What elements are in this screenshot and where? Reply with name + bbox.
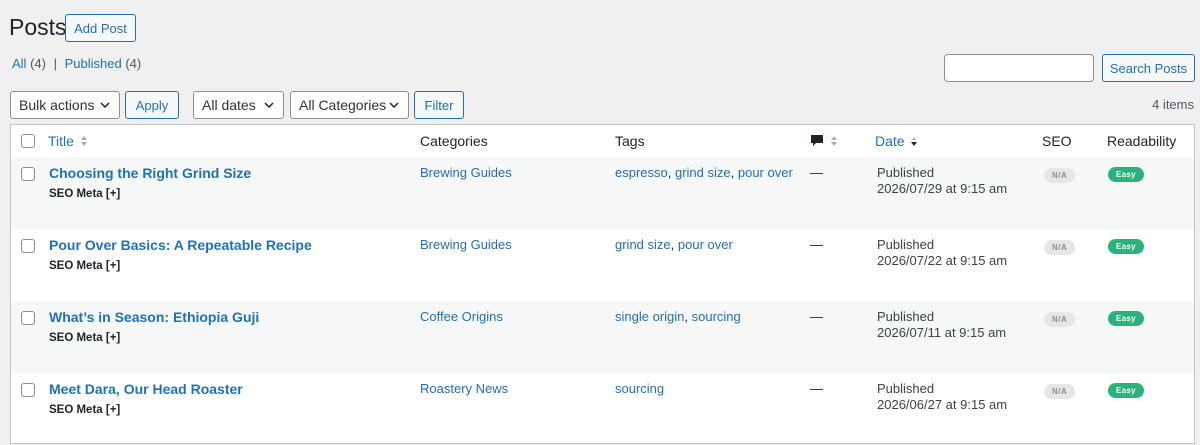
bulk-actions-label: Bulk actions (19, 97, 95, 113)
search-posts-button[interactable]: Search Posts (1102, 54, 1195, 82)
row-checkbox[interactable] (21, 239, 35, 253)
bulk-actions-select[interactable]: Bulk actions (10, 91, 120, 119)
column-comments[interactable] (810, 125, 839, 157)
comment-count: — (810, 381, 823, 396)
row-checkbox[interactable] (21, 167, 35, 181)
post-status: Published (877, 165, 935, 180)
post-date: 2026/07/11 at 9:15 am (877, 325, 1007, 340)
readability-badge: Easy (1108, 239, 1144, 254)
readability-badge: Easy (1108, 167, 1144, 182)
seo-score-badge: N/A (1044, 312, 1076, 327)
chevron-down-icon (100, 102, 110, 109)
post-date: 2026/07/29 at 9:15 am (877, 181, 1008, 196)
column-date[interactable]: Date (875, 125, 919, 157)
search-input[interactable] (944, 54, 1094, 82)
category-link[interactable]: Brewing Guides (420, 237, 512, 252)
post-status: Published (877, 381, 935, 396)
seo-meta-toggle[interactable]: SEO Meta [+] (49, 188, 251, 200)
status-filter-links: All (4) | Published (4) (12, 56, 141, 71)
categories-label: All Categories (299, 97, 387, 113)
comment-count: — (810, 165, 823, 180)
table-row: Choosing the Right Grind Size SEO Meta [… (11, 157, 1194, 229)
comment-count: — (810, 309, 823, 324)
post-title-link[interactable]: What’s in Season: Ethiopia Guji (49, 309, 259, 325)
category-link[interactable]: Brewing Guides (420, 165, 512, 180)
post-date: 2026/06/27 at 9:15 am (877, 397, 1008, 412)
filter-published-count: (4) (125, 56, 142, 71)
tag-link[interactable]: sourcing (615, 381, 664, 396)
filter-all-label: All (12, 56, 27, 71)
post-title-link[interactable]: Pour Over Basics: A Repeatable Recipe (49, 237, 312, 253)
tag-link[interactable]: grind size (675, 165, 731, 180)
readability-badge: Easy (1108, 311, 1144, 326)
tag-link[interactable]: grind size (615, 237, 671, 252)
filter-all-link[interactable]: All (4) (12, 56, 46, 71)
post-date: 2026/07/22 at 9:15 am (877, 253, 1008, 268)
sort-date-link[interactable]: Date (875, 133, 905, 149)
apply-button[interactable]: Apply (125, 91, 179, 119)
column-tags: Tags (615, 133, 645, 149)
dates-label: All dates (202, 97, 256, 113)
sort-desc-icon (910, 137, 917, 146)
tag-link[interactable]: espresso (615, 165, 668, 180)
column-title[interactable]: Title (48, 125, 89, 157)
seo-meta-toggle[interactable]: SEO Meta [+] (49, 332, 259, 344)
readability-badge: Easy (1108, 383, 1144, 398)
select-all-checkbox[interactable] (21, 134, 35, 148)
comment-bubble-icon (811, 135, 823, 146)
table-row: Meet Dara, Our Head Roaster SEO Meta [+]… (11, 373, 1194, 445)
post-title-link[interactable]: Meet Dara, Our Head Roaster (49, 381, 243, 397)
category-link[interactable]: Roastery News (420, 381, 508, 396)
post-title-link[interactable]: Choosing the Right Grind Size (49, 165, 251, 181)
sort-title-link[interactable]: Title (48, 133, 74, 149)
sort-arrows-icon (831, 136, 837, 146)
row-checkbox[interactable] (21, 311, 35, 325)
tag-link[interactable]: single origin (615, 309, 684, 324)
column-readability: Readability (1107, 133, 1177, 149)
post-status: Published (877, 237, 935, 252)
add-post-button[interactable]: Add Post (65, 14, 136, 42)
posts-table: Title Categories Tags Date SEO Readabili… (10, 124, 1195, 444)
row-checkbox[interactable] (21, 383, 35, 397)
table-row: What’s in Season: Ethiopia Guji SEO Meta… (11, 301, 1194, 373)
seo-score-badge: N/A (1044, 240, 1076, 255)
category-link[interactable]: Coffee Origins (420, 309, 503, 324)
chevron-down-icon (389, 102, 399, 109)
comment-count: — (810, 237, 823, 252)
filter-all-count: (4) (30, 56, 46, 71)
table-header: Title Categories Tags Date SEO Readabili… (11, 125, 1194, 158)
sort-arrows-icon (80, 136, 87, 146)
post-status: Published (877, 309, 935, 324)
filter-separator: | (53, 56, 57, 71)
categories-select[interactable]: All Categories (290, 91, 409, 119)
seo-meta-toggle[interactable]: SEO Meta [+] (49, 404, 243, 416)
items-count: 4 items (1152, 97, 1194, 112)
tag-link[interactable]: pour over (738, 165, 793, 180)
tag-link[interactable]: pour over (678, 237, 733, 252)
seo-score-badge: N/A (1044, 168, 1076, 183)
page-title: Posts (9, 14, 67, 40)
dates-select[interactable]: All dates (193, 91, 284, 119)
column-seo: SEO (1042, 133, 1072, 149)
table-row: Pour Over Basics: A Repeatable Recipe SE… (11, 229, 1194, 301)
tag-link[interactable]: sourcing (692, 309, 741, 324)
seo-meta-toggle[interactable]: SEO Meta [+] (49, 260, 312, 272)
column-categories: Categories (420, 133, 488, 149)
filter-button[interactable]: Filter (414, 91, 464, 119)
chevron-down-icon (264, 102, 274, 109)
filter-published-link[interactable]: Published (4) (65, 56, 142, 71)
filter-published-label: Published (64, 56, 122, 71)
seo-score-badge: N/A (1044, 384, 1076, 399)
